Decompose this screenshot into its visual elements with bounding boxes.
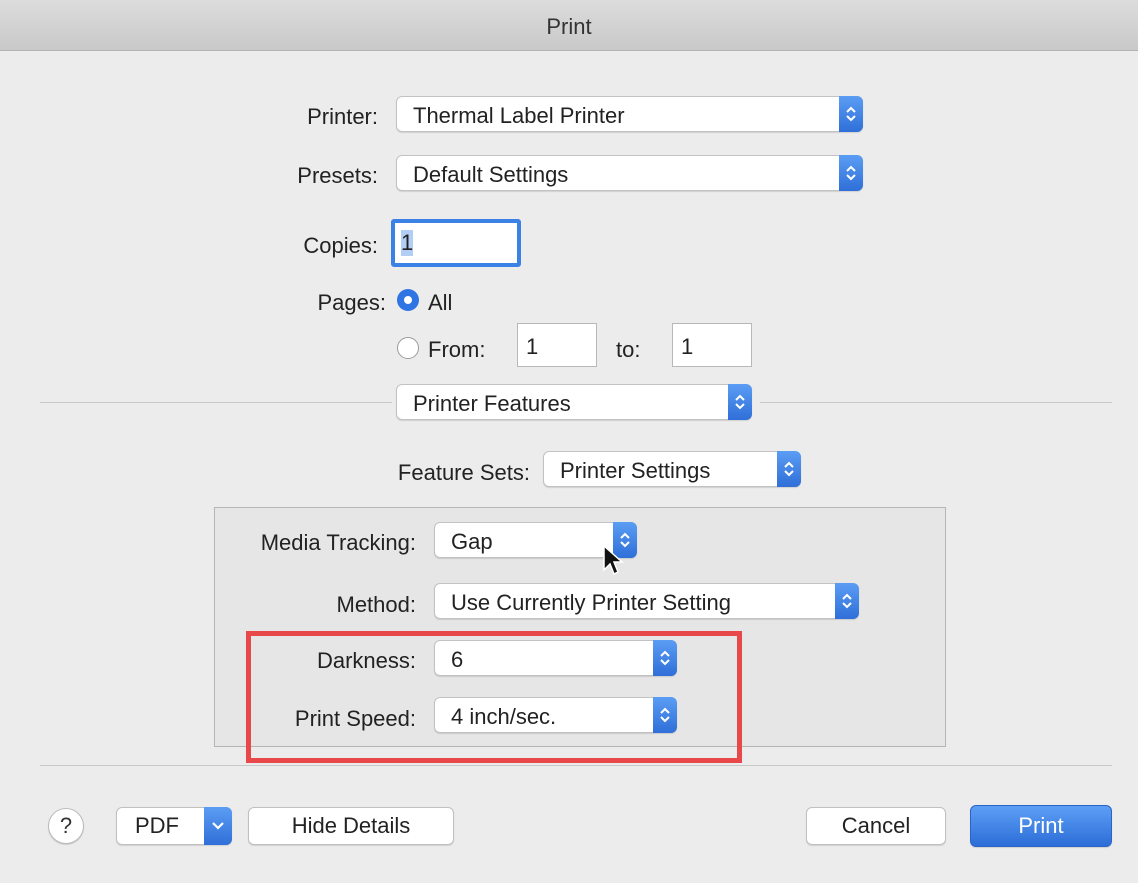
- pages-from-value: 1: [526, 334, 539, 359]
- method-label: Method:: [336, 592, 417, 617]
- pages-to-label: to:: [616, 337, 641, 362]
- panel-select[interactable]: Printer Features: [396, 384, 752, 420]
- method-select[interactable]: Use Currently Printer Setting: [434, 583, 859, 619]
- pages-label: Pages:: [317, 290, 387, 315]
- printer-select[interactable]: Thermal Label Printer: [396, 96, 863, 132]
- printer-label: Printer:: [307, 104, 378, 129]
- chevron-updown-icon: [839, 96, 863, 132]
- pages-from-label: From:: [428, 337, 486, 362]
- pages-to-input[interactable]: 1: [672, 323, 752, 367]
- presets-label: Presets:: [297, 163, 378, 188]
- separator-right: [760, 402, 1112, 403]
- cancel-button[interactable]: Cancel: [806, 807, 946, 845]
- pdf-button[interactable]: PDF: [116, 807, 232, 845]
- pages-from-input[interactable]: 1: [517, 323, 597, 367]
- chevron-down-icon: [204, 807, 232, 845]
- title-bar: Print: [0, 0, 1138, 51]
- hide-details-button[interactable]: Hide Details: [248, 807, 454, 845]
- presets-select-value: Default Settings: [413, 162, 569, 187]
- chevron-updown-icon: [728, 384, 752, 420]
- highlight-box: [246, 631, 742, 763]
- window-title: Print: [546, 14, 592, 39]
- chevron-updown-icon: [777, 451, 801, 487]
- pages-all-label: All: [428, 290, 453, 315]
- presets-select[interactable]: Default Settings: [396, 155, 863, 191]
- feature-sets-label: Feature Sets:: [397, 460, 530, 485]
- panel-select-value: Printer Features: [413, 391, 571, 416]
- feature-sets-select-value: Printer Settings: [560, 458, 711, 483]
- chevron-updown-icon: [839, 155, 863, 191]
- printer-select-value: Thermal Label Printer: [413, 103, 625, 128]
- footer-separator: [40, 765, 1112, 766]
- copies-label: Copies:: [303, 233, 378, 258]
- pages-from-radio[interactable]: [397, 337, 419, 359]
- chevron-updown-icon: [835, 583, 859, 619]
- copies-value: 1: [401, 230, 414, 256]
- mouse-cursor-icon: [603, 544, 624, 576]
- pages-all-radio[interactable]: [397, 289, 419, 311]
- media-tracking-select-value: Gap: [451, 529, 493, 554]
- pages-to-value: 1: [681, 334, 694, 359]
- copies-input[interactable]: 1: [391, 219, 521, 267]
- feature-sets-select[interactable]: Printer Settings: [543, 451, 801, 487]
- pdf-label: PDF: [135, 813, 179, 838]
- separator-left: [40, 402, 392, 403]
- method-select-value: Use Currently Printer Setting: [451, 590, 731, 615]
- help-button[interactable]: ?: [48, 808, 84, 844]
- print-button[interactable]: Print: [970, 805, 1112, 847]
- media-tracking-label: Media Tracking:: [260, 530, 416, 555]
